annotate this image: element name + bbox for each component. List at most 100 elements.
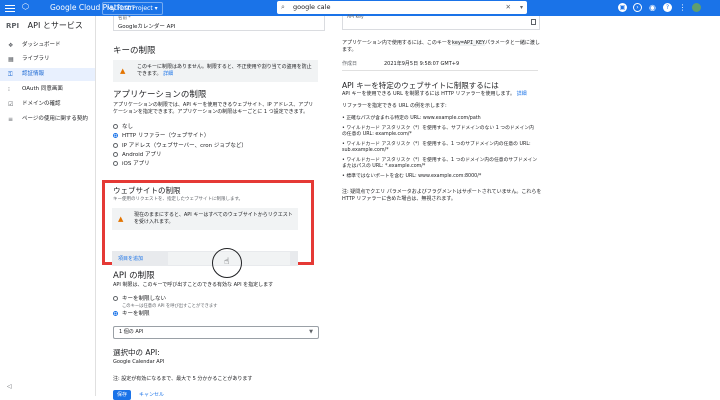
created-value: 2021年9月5日 9:58:07 GMT+9 xyxy=(384,61,460,67)
search-bar[interactable]: ⌕ google cale ✕ ▾ xyxy=(277,1,527,14)
referrer-footnote: 注: 疑問点でクエリ パラメータおよびフラグメントはサポートされていません。これ… xyxy=(342,189,542,202)
click-indicator: ☝ xyxy=(212,248,242,278)
gift-icon[interactable]: ▣ xyxy=(618,3,627,12)
clear-search-icon[interactable]: ✕ xyxy=(506,1,511,14)
sidebar-item-dashboard[interactable]: ❖ ダッシュボード xyxy=(0,39,95,52)
radio-ios-apps[interactable]: iOS アプリ xyxy=(113,160,150,168)
sidebar-item-label: OAuth 同意画面 xyxy=(22,86,63,92)
radio-ip-address[interactable]: IP アドレス（ウェブサーバー、cron ジョブなど） xyxy=(113,142,247,150)
key-restrictions-warning: ▲ このキーに制限はありません。制限すると、不正使用や割り当ての盗用を防止できま… xyxy=(113,60,318,82)
restrict-info-desc: API キーを使用できる URL を制限するには HTTP リファラーを使用しま… xyxy=(342,91,542,98)
hamburger-menu-icon[interactable] xyxy=(5,3,15,13)
warning-icon: ▲ xyxy=(120,67,126,75)
example-text: 標準ではないポートを含む URL: www.example.com:8000/* xyxy=(346,174,482,179)
restrict-desc-text: API キーを使用できる URL を制限するには HTTP リファラーを使用しま… xyxy=(342,91,515,97)
sidebar-item-label: ページの使用に関する契約 xyxy=(22,116,88,122)
sidebar-title: API とサービス xyxy=(27,21,83,30)
sidebar-item-oauth-consent[interactable]: ⁝ OAuth 同意画面 xyxy=(0,83,95,96)
api-select-dropdown[interactable]: 1 個の API ▼ xyxy=(113,326,319,339)
example-item: • ワイルドカード アスタリスク（*）を使用する、1 つのドメイン内の任意のサブ… xyxy=(342,158,538,169)
example-item: • ワイルドカード アスタリスク（*）を使用する、サブドメインのない 1 つのド… xyxy=(342,126,534,137)
checkbox-icon: ☑ xyxy=(8,101,14,108)
api-key-field[interactable]: API Key xyxy=(342,15,540,30)
search-icon: ⌕ xyxy=(281,3,285,11)
save-button[interactable]: 保存 xyxy=(113,390,131,400)
sidebar-item-page-usage-agreements[interactable]: ≡ ページの使用に関する契約 xyxy=(0,113,95,126)
radio-label: iOS アプリ xyxy=(122,161,150,167)
radio-android-apps[interactable]: Android アプリ xyxy=(113,151,162,159)
settings-list-icon: ≡ xyxy=(8,116,14,123)
api-restrictions-title: API の制限 xyxy=(113,271,155,281)
sidebar-item-credentials[interactable]: ⚿ 認証情報 xyxy=(0,68,95,81)
example-text: ワイルドカード アスタリスク（*）を使用する、1 つのドメイン内の任意のサブドメ… xyxy=(342,158,538,169)
consent-icon: ⁝ xyxy=(8,86,10,93)
created-label: 作成日 xyxy=(342,61,358,67)
gcp-logo-icon[interactable]: ⬡ xyxy=(22,2,29,11)
name-field[interactable]: 名前 * Googleカレンダー API xyxy=(113,16,325,31)
radio-label: なし xyxy=(122,124,134,130)
selected-apis-title: 選択中の API: xyxy=(113,348,160,357)
help-icon[interactable]: ? xyxy=(663,3,672,12)
cancel-button[interactable]: キャンセル xyxy=(139,390,164,400)
api-key-label: API Key xyxy=(347,15,364,20)
example-item: • 標準ではないポートを含む URL: www.example.com:8000… xyxy=(342,174,482,179)
radio-restrict-key[interactable]: キーを制限 xyxy=(113,310,150,318)
cloud-shell-icon[interactable]: › xyxy=(633,3,642,12)
search-dropdown-icon[interactable]: ▾ xyxy=(520,1,523,14)
warning-text: このキーに制限はありません。制限すると、不正使用や割り当ての盗用を防止できます。… xyxy=(137,64,315,78)
radio-label: Android アプリ xyxy=(122,152,162,158)
restrict-info-title: API キーを特定のウェブサイトに制限するには xyxy=(342,81,499,90)
sidebar-item-label: 認証情報 xyxy=(22,71,45,77)
warning-message: 現在のままにすると、API キーはすべてのウェブサイトからリクエストを受け入れま… xyxy=(134,212,293,225)
radio-dont-restrict-key[interactable]: キーを制限しない xyxy=(113,295,166,303)
notifications-icon[interactable]: ◉ xyxy=(648,3,657,12)
app-restrictions-title: アプリケーションの制限 xyxy=(113,90,207,100)
website-restrictions-title: ウェブサイトの制限 xyxy=(113,186,181,195)
examples-intro: リファラーを指定できる URL の例を示します: xyxy=(342,103,447,109)
key-param-code: key=API_KEY xyxy=(451,40,486,46)
top-app-bar: ⬡ Google Cloud Platform My First Project… xyxy=(0,0,720,16)
copy-icon[interactable] xyxy=(531,19,536,25)
example-text: 正確なパスが含まれる特定の URL: www.example.com/path xyxy=(346,116,481,121)
radio-label: キーを制限 xyxy=(122,311,150,317)
divider xyxy=(342,70,538,71)
avatar[interactable] xyxy=(692,3,701,12)
project-selector[interactable]: My First Project ▾ xyxy=(102,2,163,15)
search-input[interactable]: google cale xyxy=(293,1,330,14)
sidebar: RPI API とサービス ❖ ダッシュボード ▦ ライブラリ ⚿ 認証情報 ⁝… xyxy=(0,16,96,396)
website-restrictions-desc: キー使用のリクエストを、指定したウェブサイトに制限します。 xyxy=(113,197,244,202)
radio-label: IP アドレス（ウェブサーバー、cron ジョブなど） xyxy=(122,143,247,149)
example-text: ワイルドカード アスタリスク（*）を使用する、サブドメインのない 1 つのドメイ… xyxy=(342,126,534,137)
add-referrer-row: 項目を追加 xyxy=(112,251,298,266)
api-key-usage: アプリケーション内で使用するには、このキーをkey=API_KEYパラメータと一… xyxy=(342,40,542,54)
radio-sublabel: このキーは任意の API を呼び出すことができます xyxy=(122,304,218,309)
radio-none[interactable]: なし xyxy=(113,123,133,131)
app-restrictions-desc: アプリケーションの制限では、API キーを使用できるウェブサイト、IP アドレス… xyxy=(113,102,314,115)
hand-cursor-icon: ☝ xyxy=(224,257,230,267)
more-options-icon[interactable]: ⋮ xyxy=(678,3,687,12)
dashboard-icon: ❖ xyxy=(8,42,14,49)
library-icon: ▦ xyxy=(8,56,14,63)
api-restrictions-desc: API 制限は、このキーで呼び出すことのできる有効な API を指定します xyxy=(113,282,274,288)
api-logo-icon: RPI xyxy=(6,22,20,30)
propagation-note: 注: 設定が有効になるまで、最大で 5 分かかることがあります xyxy=(113,376,253,382)
example-text: ワイルドカード アスタリスク（*）を使用する、1 つのサブドメイン内の任意の U… xyxy=(342,142,531,153)
selected-api-item: Google Calendar API xyxy=(113,359,165,365)
sidebar-item-library[interactable]: ▦ ライブラリ xyxy=(0,53,95,66)
add-item-label[interactable]: 項目を追加 xyxy=(118,255,143,262)
learn-more-link[interactable]: 詳細 xyxy=(163,71,173,77)
sidebar-header: RPI API とサービス xyxy=(6,20,83,31)
sidebar-item-domain-verification[interactable]: ☑ ドメインの確認 xyxy=(0,98,95,111)
collapse-sidebar-icon[interactable]: ◁ xyxy=(7,383,12,390)
example-item: • 正確なパスが含まれる特定の URL: www.example.com/pat… xyxy=(342,116,481,121)
key-icon: ⚿ xyxy=(8,71,13,78)
name-field-value[interactable]: Googleカレンダー API xyxy=(118,22,175,30)
main-content: 名前 * Googleカレンダー API キーの制限 ▲ このキーに制限はありま… xyxy=(96,16,720,400)
radio-http-referrer[interactable]: HTTP リファラー（ウェブサイト） xyxy=(113,132,209,140)
example-item: • ワイルドカード アスタリスク（*）を使用する、1 つのサブドメイン内の任意の… xyxy=(342,142,531,153)
select-value: 1 個の API xyxy=(119,329,144,335)
sidebar-item-label: ダッシュボード xyxy=(22,42,61,48)
radio-label: キーを制限しない xyxy=(122,296,167,302)
key-restrictions-title: キーの制限 xyxy=(113,46,156,56)
learn-more-link[interactable]: 詳細 xyxy=(517,91,527,97)
